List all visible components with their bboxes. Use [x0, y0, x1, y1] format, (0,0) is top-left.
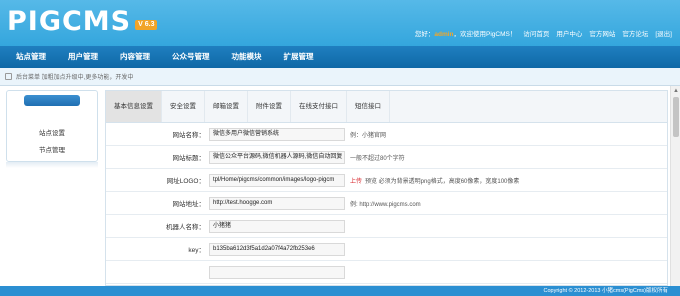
logo-text: PIGCMS — [7, 6, 132, 37]
user-bar: 您好：admin，欢迎使用PigCMS！ 访问首页 用户中心 官方网站 官方论坛… — [415, 28, 672, 38]
logo-path-input[interactable]: tpl/Home/pigcms/common/images/logo-pigcm — [209, 173, 345, 187]
sidebar-header — [24, 95, 80, 106]
form-row-key: key： b135ba612d3f5a1d2a07f4a72fb253e6 — [106, 238, 667, 261]
robot-name-input[interactable]: 小猪猪 — [209, 219, 345, 233]
logo-hint: 预览 必须为背景透明png格式，高度60像素，宽度100像素 — [365, 178, 520, 185]
key-label: key： — [188, 247, 205, 254]
nav-function-modules[interactable]: 功能模块 — [221, 46, 273, 68]
nav-extensions[interactable]: 扩展管理 — [273, 46, 325, 68]
sidebar: 站点设置 节点管理 — [6, 90, 98, 162]
form-row-next — [106, 261, 667, 284]
breadcrumb-text: 后台菜单 加粗加点升级中,更多功能，开发中 — [16, 75, 134, 81]
greeting: 您好：admin，欢迎使用PigCMS！ — [414, 31, 517, 38]
site-title-input[interactable]: 微信公众平台源码,微信机器人源码,微信自动回复 — [209, 150, 345, 164]
form-row-logo: 网址LOGO： tpl/Home/pigcms/common/images/lo… — [106, 169, 667, 192]
site-url-label: 网站地址： — [172, 201, 206, 208]
main-nav: 站点管理 用户管理 内容管理 公众号管理 功能模块 扩展管理 — [0, 46, 680, 68]
sidebar-shadow — [6, 162, 98, 168]
logout-link[interactable]: [退出] — [655, 28, 672, 38]
nav-user-management[interactable]: 用户管理 — [57, 46, 109, 68]
form-row-site-title: 网站标题： 微信公众平台源码,微信机器人源码,微信自动回复 一般不超过80个字符 — [106, 146, 667, 169]
scroll-up-icon[interactable]: ▲ — [672, 87, 680, 95]
tab-bar: 基本信息设置 安全设置 邮箱设置 附件设置 在线支付接口 短信接口 — [106, 91, 667, 123]
site-name-label: 网站名称： — [172, 132, 206, 139]
nav-public-account[interactable]: 公众号管理 — [161, 46, 221, 68]
breadcrumb: 后台菜单 加粗加点升级中,更多功能，开发中 — [0, 68, 680, 86]
nav-site-management[interactable]: 站点管理 — [0, 46, 57, 68]
settings-panel: 基本信息设置 安全设置 邮箱设置 附件设置 在线支付接口 短信接口 网站名称： … — [105, 90, 668, 286]
tab-sms[interactable]: 短信接口 — [347, 91, 390, 122]
next-row-input[interactable] — [209, 265, 345, 279]
site-name-input[interactable]: 微信多用户微信营销系统 — [209, 127, 345, 141]
version-badge: V 6.3 — [135, 20, 158, 30]
tab-attachment[interactable]: 附件设置 — [248, 91, 291, 122]
form-row-site-name: 网站名称： 微信多用户微信营销系统 例：小猪官网 — [106, 123, 667, 146]
site-url-input[interactable]: http://test.hoogge.com — [209, 196, 345, 210]
header: PIGCMS V 6.3 您好：admin，欢迎使用PigCMS！ 访问首页 用… — [0, 0, 680, 46]
tab-online-payment[interactable]: 在线支付接口 — [291, 91, 347, 122]
form-row-robot-name: 机器人名称： 小猪猪 — [106, 215, 667, 238]
site-title-hint: 一般不超过80个字符 — [350, 155, 405, 162]
username[interactable]: admin — [434, 31, 453, 38]
link-official-site[interactable]: 官方网站 — [589, 28, 615, 38]
key-input[interactable]: b135ba612d3f5a1d2a07f4a72fb253e6 — [209, 242, 345, 256]
site-url-hint: 例: http://www.pigcms.com — [350, 201, 421, 208]
menu-icon[interactable] — [5, 73, 12, 80]
form-row-site-url: 网站地址： http://test.hoogge.com 例: http://w… — [106, 192, 667, 215]
tab-basic-info[interactable]: 基本信息设置 — [106, 91, 162, 122]
site-name-hint: 例：小猪官网 — [350, 132, 387, 139]
scroll-thumb[interactable] — [673, 97, 679, 137]
tab-security[interactable]: 安全设置 — [162, 91, 205, 122]
sidebar-item-site-settings[interactable]: 站点设置 — [7, 127, 97, 137]
logo-label: 网址LOGO： — [166, 178, 205, 185]
site-title-label: 网站标题： — [172, 155, 206, 162]
sidebar-item-node-management[interactable]: 节点管理 — [7, 144, 97, 154]
footer: Copyright © 2012-2013 小猪cms(PigCms)版权所有 — [0, 286, 680, 296]
tab-email[interactable]: 邮箱设置 — [205, 91, 248, 122]
nav-content-management[interactable]: 内容管理 — [109, 46, 161, 68]
logo: PIGCMS V 6.3 — [7, 6, 158, 37]
link-user-center[interactable]: 用户中心 — [556, 28, 582, 38]
upload-button[interactable]: 上传 — [350, 176, 362, 185]
link-home[interactable]: 访问首页 — [523, 28, 549, 38]
robot-name-label: 机器人名称： — [166, 224, 205, 231]
scrollbar[interactable]: ▲ — [670, 86, 680, 286]
link-official-forum[interactable]: 官方论坛 — [622, 28, 648, 38]
